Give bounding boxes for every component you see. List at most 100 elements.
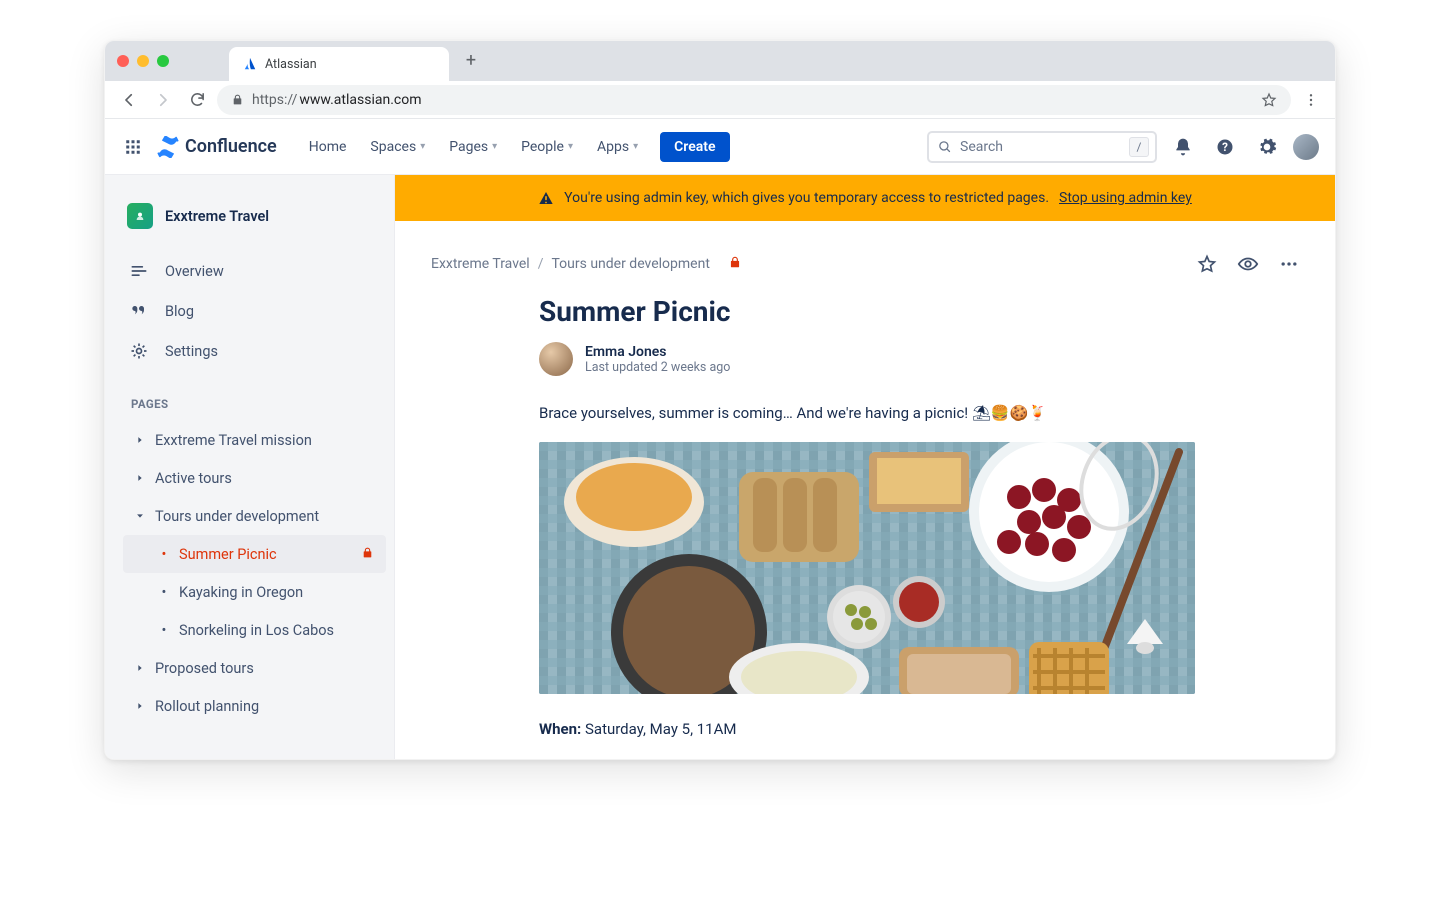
url-host: www.atlassian.com <box>299 92 421 108</box>
admin-key-banner: You're using admin key, which gives you … <box>395 175 1335 221</box>
confluence-icon <box>157 136 179 158</box>
bullet-icon: • <box>157 584 171 601</box>
chevron-down-icon: ▾ <box>568 141 573 152</box>
maximize-window-button[interactable] <box>157 55 169 67</box>
banner-link[interactable]: Stop using admin key <box>1059 190 1192 206</box>
intro-paragraph: Brace yourselves, summer is coming… And … <box>539 404 1219 422</box>
tab-title: Atlassian <box>265 57 317 72</box>
overview-icon <box>129 261 149 281</box>
tree-item-rollout[interactable]: Rollout planning <box>123 687 386 725</box>
app-header: Confluence Home Spaces▾ Pages▾ People▾ A… <box>105 119 1335 175</box>
space-name: Exxtreme Travel <box>165 208 269 225</box>
browser-tab[interactable]: Atlassian <box>229 47 449 81</box>
nav-home[interactable]: Home <box>299 133 357 161</box>
author-name[interactable]: Emma Jones <box>585 344 730 360</box>
chevron-right-icon <box>133 473 147 483</box>
search-icon <box>937 139 952 154</box>
settings-button[interactable] <box>1251 131 1283 163</box>
breadcrumb-parent[interactable]: Tours under development <box>552 256 710 272</box>
bullet-icon: • <box>157 622 171 639</box>
page-content: Summer Picnic Emma Jones Last updated 2 … <box>539 295 1219 738</box>
create-button[interactable]: Create <box>660 132 729 162</box>
page-actions <box>1197 253 1299 275</box>
blog-icon <box>129 301 149 321</box>
nav-apps[interactable]: Apps▾ <box>587 133 648 161</box>
lock-icon <box>361 546 374 563</box>
sidebar: Exxtreme Travel Overview Blog Settings P… <box>105 175 395 759</box>
help-button[interactable]: ? <box>1209 131 1241 163</box>
browser-toolbar: https:// www.atlassian.com <box>105 81 1335 119</box>
chevron-right-icon <box>133 435 147 445</box>
tree-item-kayaking[interactable]: • Kayaking in Oregon <box>123 573 386 611</box>
space-header[interactable]: Exxtreme Travel <box>127 203 386 229</box>
more-actions-icon[interactable] <box>1279 254 1299 274</box>
star-icon[interactable] <box>1197 254 1217 274</box>
chevron-down-icon: ▾ <box>420 141 425 152</box>
chevron-down-icon <box>133 511 147 521</box>
byline: Emma Jones Last updated 2 weeks ago <box>539 342 1219 376</box>
window-controls <box>117 55 169 67</box>
breadcrumb-space[interactable]: Exxtreme Travel <box>431 256 530 272</box>
space-avatar <box>127 203 153 229</box>
chevron-right-icon <box>133 663 147 673</box>
lock-icon <box>231 93 244 106</box>
app-body: Exxtreme Travel Overview Blog Settings P… <box>105 175 1335 759</box>
star-icon[interactable] <box>1261 92 1277 108</box>
product-name: Confluence <box>185 136 277 157</box>
tree-item-active-tours[interactable]: Active tours <box>123 459 386 497</box>
breadcrumbs: Exxtreme Travel / Tours under developmen… <box>431 255 742 273</box>
new-tab-button[interactable]: + <box>457 47 485 75</box>
notifications-button[interactable] <box>1167 131 1199 163</box>
sidebar-settings[interactable]: Settings <box>123 331 386 371</box>
search-input[interactable]: Search / <box>927 131 1157 163</box>
tree-item-mission[interactable]: Exxtreme Travel mission <box>123 421 386 459</box>
search-placeholder: Search <box>960 139 1003 155</box>
page-title: Summer Picnic <box>539 295 1219 328</box>
tree-item-snorkeling[interactable]: • Snorkeling in Los Cabos <box>123 611 386 649</box>
tree-item-tours-dev[interactable]: Tours under development <box>123 497 386 535</box>
hero-image <box>539 442 1195 694</box>
sidebar-overview[interactable]: Overview <box>123 251 386 291</box>
minimize-window-button[interactable] <box>137 55 149 67</box>
confluence-logo[interactable]: Confluence <box>157 136 277 158</box>
author-avatar[interactable] <box>539 342 573 376</box>
when-label: When: <box>539 720 581 738</box>
search-shortcut-key: / <box>1129 137 1149 157</box>
browser-tabbar: Atlassian + <box>105 41 1335 81</box>
nav-spaces[interactable]: Spaces▾ <box>360 133 435 161</box>
reload-button[interactable] <box>183 86 211 114</box>
banner-text: You're using admin key, which gives you … <box>564 190 1049 206</box>
nav-people[interactable]: People▾ <box>511 133 583 161</box>
page-header: Exxtreme Travel / Tours under developmen… <box>431 253 1299 275</box>
gear-icon <box>129 341 149 361</box>
warning-icon <box>538 190 554 206</box>
browser-window: Atlassian + https:// www.atlassian.com <box>104 40 1336 760</box>
main-content: You're using admin key, which gives you … <box>395 175 1335 759</box>
picnic-image <box>539 442 1195 694</box>
when-value: Saturday, May 5, 11AM <box>585 720 737 738</box>
when-line: When: Saturday, May 5, 11AM <box>539 720 1219 738</box>
nav-pages[interactable]: Pages▾ <box>439 133 507 161</box>
back-button[interactable] <box>115 86 143 114</box>
bullet-icon: • <box>157 546 171 563</box>
chevron-down-icon: ▾ <box>633 141 638 152</box>
tree-item-proposed[interactable]: Proposed tours <box>123 649 386 687</box>
tree-item-summer-picnic[interactable]: • Summer Picnic <box>123 535 386 573</box>
chevron-down-icon: ▾ <box>492 141 497 152</box>
page-tree: Exxtreme Travel mission Active tours Tou… <box>123 421 386 725</box>
atlassian-icon <box>243 57 257 71</box>
browser-menu-button[interactable] <box>1297 86 1325 114</box>
last-updated: Last updated 2 weeks ago <box>585 360 730 375</box>
pages-heading: PAGES <box>131 397 386 411</box>
address-bar[interactable]: https:// www.atlassian.com <box>217 85 1291 115</box>
chevron-right-icon <box>133 701 147 711</box>
sidebar-blog[interactable]: Blog <box>123 291 386 331</box>
close-window-button[interactable] <box>117 55 129 67</box>
app-switcher-button[interactable] <box>121 135 145 159</box>
forward-button[interactable] <box>149 86 177 114</box>
svg-text:?: ? <box>1222 140 1228 154</box>
lock-icon <box>728 255 742 273</box>
profile-avatar[interactable] <box>1293 134 1319 160</box>
watch-icon[interactable] <box>1237 253 1259 275</box>
page-body: Exxtreme Travel / Tours under developmen… <box>395 221 1335 759</box>
